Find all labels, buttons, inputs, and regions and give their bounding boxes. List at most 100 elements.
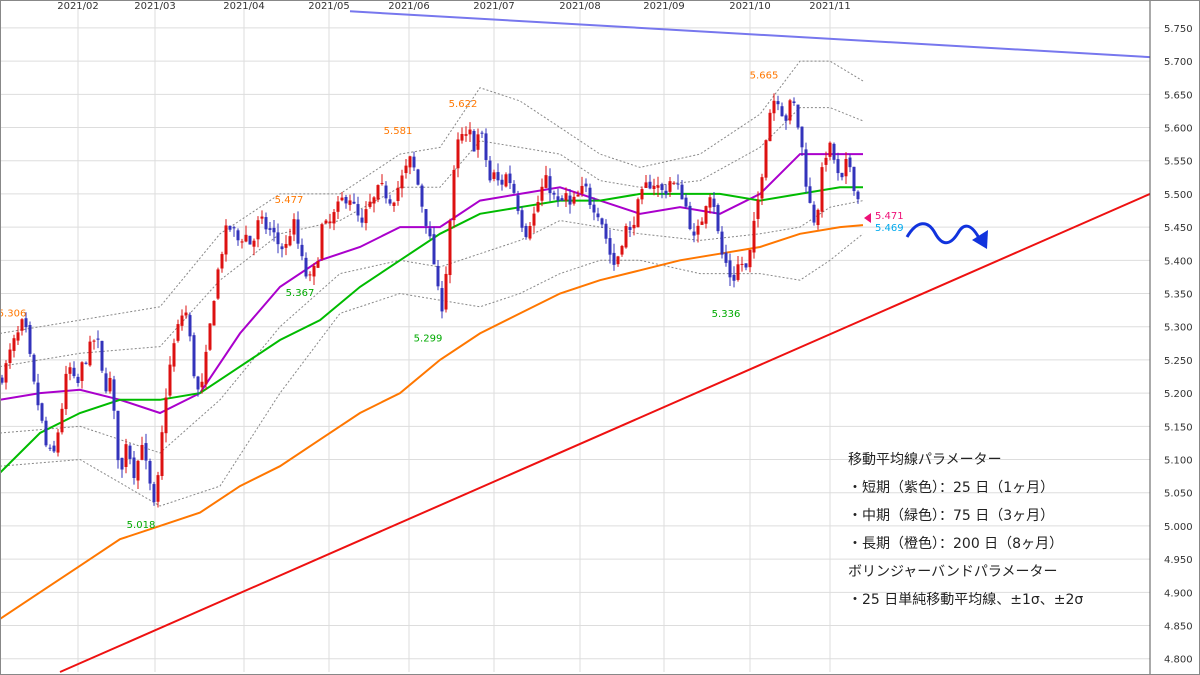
- candle-body: [176, 324, 180, 341]
- candle-body: [808, 186, 812, 203]
- candle-body: [48, 447, 52, 449]
- candle-body: [424, 209, 428, 226]
- candle-body: [396, 187, 400, 201]
- y-tick-label: 4.900: [1164, 588, 1193, 599]
- candle-body: [676, 183, 680, 185]
- candle-body: [432, 234, 436, 265]
- candle-body: [612, 252, 616, 265]
- candle-body: [148, 460, 152, 484]
- candle-body: [60, 408, 64, 433]
- candle-body: [776, 101, 780, 105]
- candle-body: [156, 475, 160, 502]
- y-tick-label: 5.300: [1164, 323, 1193, 334]
- y-tick-label: 5.050: [1164, 489, 1193, 500]
- candle-body: [40, 403, 44, 421]
- candle-body: [336, 201, 340, 212]
- candle-body: [532, 213, 536, 226]
- candle-body: [104, 373, 108, 392]
- candle-body: [448, 221, 452, 276]
- candle-body: [252, 240, 256, 247]
- candle-body: [600, 218, 604, 225]
- legend-short-ma: ・短期（紫色）：25 日（1ヶ月）: [848, 480, 1055, 496]
- candle-body: [160, 432, 164, 476]
- candle-body: [804, 149, 808, 187]
- candle-body: [264, 217, 268, 230]
- candle-body: [772, 100, 776, 114]
- candle-body: [100, 340, 104, 371]
- candle-body: [28, 325, 32, 354]
- y-tick-label: 5.600: [1164, 124, 1193, 135]
- candle-body: [280, 246, 284, 250]
- candle-body: [436, 265, 440, 287]
- candle-body: [108, 377, 112, 392]
- candle-body: [20, 319, 24, 331]
- x-tick-label: 2021/07: [473, 1, 515, 12]
- candle-body: [116, 410, 120, 461]
- candle-body: [568, 195, 572, 205]
- candle-body: [468, 129, 472, 135]
- legend-title: 移動平均線パラメーター: [848, 452, 1002, 468]
- legend-bb-title: ボリンジャーバンドパラメーター: [848, 564, 1058, 580]
- candle-body: [484, 133, 488, 160]
- candle-body: [696, 225, 700, 235]
- y-tick-label: 5.350: [1164, 290, 1193, 301]
- candle-body: [96, 338, 100, 340]
- candle-body: [324, 220, 328, 224]
- candle-body: [668, 181, 672, 192]
- price-annotation: 5.665: [750, 70, 779, 81]
- y-tick-label: 5.100: [1164, 456, 1193, 467]
- current-price-label: 5.469: [875, 223, 904, 234]
- candle-body: [788, 100, 792, 121]
- candle-body: [816, 209, 820, 226]
- candle-body: [712, 198, 716, 207]
- y-tick-label: 5.200: [1164, 389, 1193, 400]
- candle-body: [684, 197, 688, 207]
- candle-body: [216, 269, 220, 299]
- candle-body: [384, 185, 388, 199]
- candle-body: [404, 165, 408, 174]
- candle-body: [584, 183, 588, 187]
- candle-body: [36, 382, 40, 406]
- price-annotation: 5.018: [127, 520, 156, 531]
- candle-body: [300, 244, 304, 257]
- candle-body: [716, 205, 720, 232]
- candle-body: [492, 172, 496, 179]
- candle-body: [624, 226, 628, 248]
- candle-body: [380, 183, 384, 185]
- candle-body: [308, 274, 312, 276]
- candle-body: [76, 376, 80, 383]
- candle-body: [488, 160, 492, 181]
- candle-body: [4, 363, 8, 383]
- y-tick-label: 5.700: [1164, 57, 1193, 68]
- x-tick-label: 2021/04: [223, 1, 265, 12]
- candle-body: [132, 457, 136, 479]
- price-annotation: 5.367: [286, 288, 315, 299]
- candle-body: [824, 157, 828, 165]
- y-tick-label: 4.800: [1164, 655, 1193, 666]
- legend-mid-ma: ・中期（緑色）：75 日（3ヶ月）: [848, 508, 1055, 524]
- candle-body: [700, 221, 704, 225]
- candle-body: [32, 354, 36, 382]
- candle-body: [276, 232, 280, 245]
- x-tick-label: 2021/11: [809, 1, 851, 12]
- candle-body: [680, 184, 684, 200]
- candle-body: [376, 185, 380, 200]
- candle-body: [256, 220, 260, 240]
- candle-body: [184, 312, 188, 316]
- candle-body: [736, 264, 740, 280]
- candle-body: [648, 181, 652, 189]
- candle-body: [232, 227, 236, 229]
- candle-body: [16, 332, 20, 341]
- candle-body: [848, 157, 852, 168]
- candle-body: [756, 199, 760, 219]
- candle-body: [572, 196, 576, 204]
- candle-body: [192, 335, 196, 377]
- candle-body: [520, 210, 524, 228]
- current-price-label: 5.471: [875, 211, 904, 222]
- candle-body: [56, 432, 60, 453]
- candle-body: [444, 273, 448, 310]
- candle-body: [88, 341, 92, 366]
- candle-body: [352, 201, 356, 204]
- candle-body: [344, 197, 348, 204]
- candle-body: [332, 212, 336, 224]
